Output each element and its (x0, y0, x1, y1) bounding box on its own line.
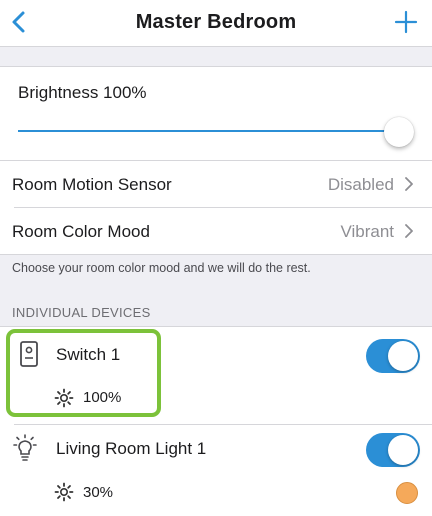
section-gap (0, 46, 432, 66)
device-level: 30% (83, 484, 114, 501)
room-motion-sensor-row[interactable]: Room Motion Sensor Disabled (0, 161, 432, 207)
toggle-knob (388, 435, 418, 465)
divider (0, 326, 432, 327)
device-name: Living Room Light 1 (56, 439, 207, 458)
chevron-right-icon (405, 224, 413, 238)
brightness-label: Brightness 100% (18, 83, 147, 102)
brightness-slider-thumb[interactable] (384, 117, 414, 147)
brightness-cell (0, 66, 432, 161)
section-header: INDIVIDUAL DEVICES (12, 305, 151, 320)
divider (0, 66, 432, 67)
chevron-right-icon (405, 177, 413, 191)
light-color-swatch[interactable] (396, 482, 418, 504)
brightness-icon (54, 482, 74, 502)
toggle-knob (388, 341, 418, 371)
living-room-light-1-toggle[interactable] (366, 433, 420, 467)
switch-1-toggle[interactable] (366, 339, 420, 373)
color-mood-hint: Choose your room color mood and we will … (12, 261, 311, 275)
light-bulb-icon (13, 434, 37, 461)
plus-icon[interactable] (394, 10, 418, 34)
row-label: Room Color Mood (12, 222, 150, 241)
highlight-box (6, 329, 161, 417)
row-value: Vibrant (340, 222, 394, 241)
row-value: Disabled (327, 175, 394, 194)
divider (0, 46, 432, 47)
divider (14, 424, 432, 425)
navigation-bar: Master Bedroom (0, 0, 432, 46)
room-color-mood-row[interactable]: Room Color Mood Vibrant (0, 208, 432, 254)
brightness-slider-track[interactable] (18, 130, 400, 132)
page-title: Master Bedroom (135, 11, 297, 33)
row-label: Room Motion Sensor (12, 175, 172, 194)
